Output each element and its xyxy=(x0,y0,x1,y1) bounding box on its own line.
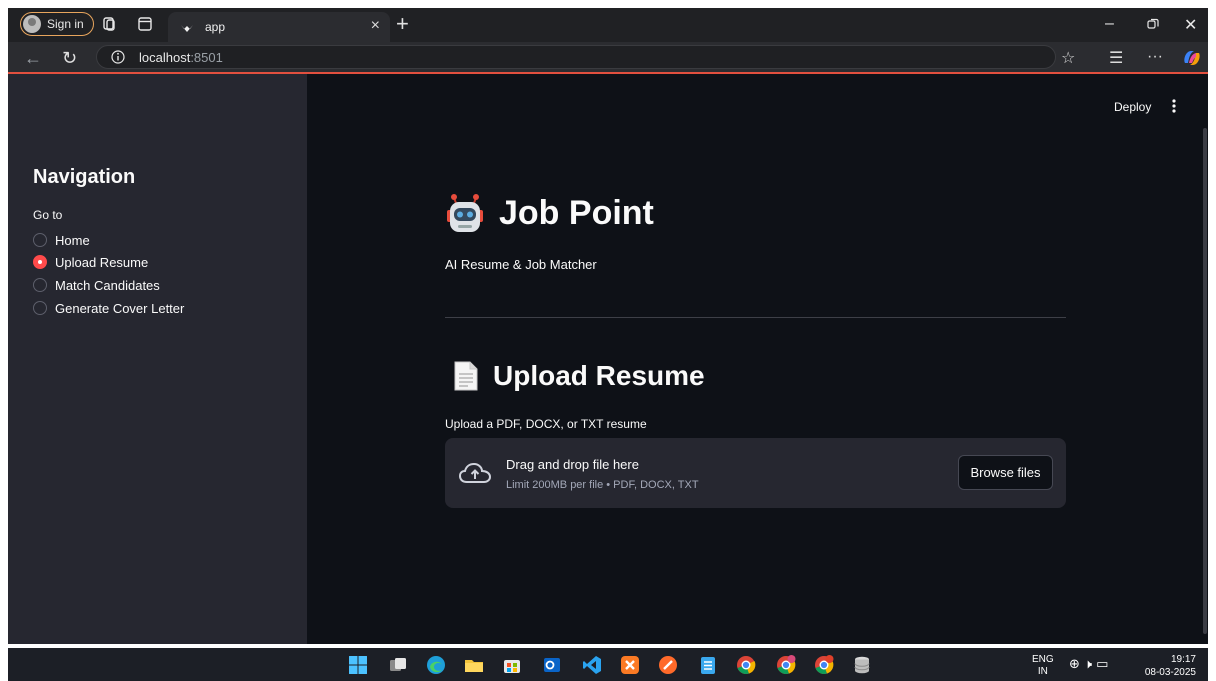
app-frame: Navigation Go to Home Upload Resume Matc… xyxy=(8,74,1208,644)
chrome-profile-icon[interactable] xyxy=(776,655,796,675)
section-title: Upload Resume xyxy=(453,360,705,392)
workspaces-icon[interactable] xyxy=(101,16,117,32)
back-arrow-icon[interactable]: ← xyxy=(24,48,42,69)
vscode-icon[interactable] xyxy=(582,655,602,675)
radio-label: Home xyxy=(55,232,90,248)
radio-label: Upload Resume xyxy=(55,254,149,270)
notepad-icon[interactable] xyxy=(698,655,718,675)
site-info-icon[interactable] xyxy=(111,50,125,64)
radio-circle[interactable] xyxy=(33,301,47,315)
file-explorer-icon[interactable] xyxy=(464,655,484,675)
battery-icon[interactable]: ▭ xyxy=(1096,656,1112,671)
volume-muted-icon[interactable]: 🕨 xyxy=(1084,656,1096,671)
sidebar-title: Navigation xyxy=(33,166,136,188)
chrome-profile-icon[interactable] xyxy=(814,655,834,675)
input-language-indicator[interactable]: ENG IN xyxy=(1032,654,1054,678)
tab-title: app xyxy=(205,20,226,34)
file-uploader-label: Upload a PDF, DOCX, or TXT resume xyxy=(445,417,647,431)
minimize-icon[interactable]: – xyxy=(1105,15,1114,33)
address-bar-row: ← ↻ localhost:8501 ☆ ☰ ··· xyxy=(8,42,1208,74)
main-menu-icon[interactable] xyxy=(1171,98,1177,114)
profile-icon xyxy=(23,15,41,33)
new-tab-icon[interactable]: + xyxy=(396,11,409,37)
robot-icon xyxy=(447,194,483,232)
browser-tab-bar: Sign in app × + – ✕ xyxy=(8,8,1208,42)
clock-time: 19:17 xyxy=(1170,654,1196,665)
page-title: Job Point xyxy=(445,192,654,234)
document-icon xyxy=(454,361,478,391)
microsoft-store-icon[interactable] xyxy=(502,655,522,675)
reload-icon[interactable]: ↻ xyxy=(62,48,77,69)
task-view-icon[interactable] xyxy=(388,655,408,675)
url-text: localhost:8501 xyxy=(139,50,223,65)
lang-region: IN xyxy=(1037,666,1048,677)
database-icon[interactable] xyxy=(852,655,872,675)
close-window-icon[interactable]: ✕ xyxy=(1184,15,1197,35)
radio-option-generate-cover-letter[interactable]: Generate Cover Letter xyxy=(33,299,184,317)
radio-circle[interactable] xyxy=(33,278,47,292)
restore-icon[interactable] xyxy=(1147,18,1159,30)
radio-group-label: Go to xyxy=(33,208,63,222)
url-port: :8501 xyxy=(190,50,223,65)
xampp-icon[interactable] xyxy=(620,655,640,675)
file-dropzone[interactable]: Drag and drop file here Limit 200MB per … xyxy=(445,438,1066,508)
page-title-text: Job Point xyxy=(499,193,654,232)
divider xyxy=(445,317,1066,318)
favorite-star-icon[interactable]: ☆ xyxy=(1061,48,1075,68)
chrome-icon[interactable] xyxy=(736,655,756,675)
taskbar: ENG IN ⊕🕨▭ 19:17 08-03-2025 xyxy=(8,648,1208,681)
tab-actions-icon[interactable] xyxy=(137,16,153,32)
network-icon[interactable]: ⊕ xyxy=(1069,656,1084,671)
clock-date: 08-03-2025 xyxy=(1144,667,1196,678)
dropzone-instructions: Drag and drop file here xyxy=(506,457,639,472)
sidebar: Navigation Go to Home Upload Resume Matc… xyxy=(8,74,307,644)
radio-label: Generate Cover Letter xyxy=(55,300,185,316)
streamlit-favicon-icon xyxy=(181,25,193,32)
radio-option-match-candidates[interactable]: Match Candidates xyxy=(33,276,160,294)
radio-option-home[interactable]: Home xyxy=(33,231,90,249)
url-host: localhost xyxy=(139,50,191,65)
app-launcher-icon[interactable] xyxy=(658,655,678,675)
browse-files-button[interactable]: Browse files xyxy=(958,455,1053,490)
edge-browser-icon[interactable] xyxy=(426,655,446,675)
page-subtitle: AI Resume & Job Matcher xyxy=(445,257,597,272)
dropzone-limits: Limit 200MB per file • PDF, DOCX, TXT xyxy=(506,479,699,491)
cloud-upload-icon xyxy=(459,462,491,483)
url-field[interactable]: localhost:8501 xyxy=(96,45,1056,69)
section-title-text: Upload Resume xyxy=(493,360,705,391)
system-tray[interactable]: ⊕🕨▭ xyxy=(1069,656,1112,672)
close-tab-icon[interactable]: × xyxy=(371,17,380,35)
deploy-button[interactable]: Deploy xyxy=(1114,100,1151,114)
lang-code: ENG xyxy=(1032,654,1054,665)
more-options-icon[interactable]: ··· xyxy=(1147,48,1163,66)
sign-in-button[interactable]: Sign in xyxy=(20,12,94,36)
outlook-icon[interactable] xyxy=(542,655,562,675)
radio-option-upload-resume[interactable]: Upload Resume xyxy=(33,253,148,271)
active-tab[interactable]: app × xyxy=(168,12,390,42)
copilot-icon[interactable] xyxy=(1182,49,1202,67)
windows-start-icon[interactable] xyxy=(348,655,368,675)
favorites-icon[interactable]: ☰ xyxy=(1109,48,1123,68)
radio-label: Match Candidates xyxy=(55,277,160,293)
system-clock[interactable]: 19:17 08-03-2025 xyxy=(1136,653,1196,679)
sign-in-label: Sign in xyxy=(47,17,84,31)
scrollbar-thumb[interactable] xyxy=(1203,128,1207,634)
radio-circle[interactable] xyxy=(33,233,47,247)
radio-circle-selected[interactable] xyxy=(33,255,47,269)
